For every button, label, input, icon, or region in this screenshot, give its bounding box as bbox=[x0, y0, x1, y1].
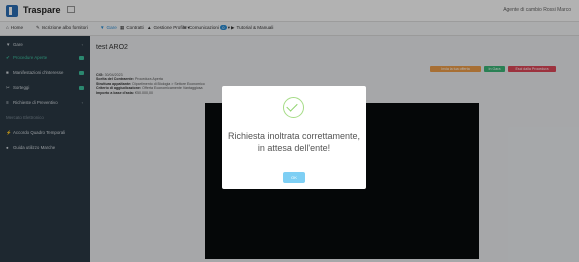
success-modal: Richiesta inoltrata correttamente, in at… bbox=[222, 86, 366, 189]
ok-button[interactable]: OK bbox=[283, 172, 305, 183]
success-check-icon bbox=[283, 97, 304, 118]
modal-message: Richiesta inoltrata correttamente, in at… bbox=[227, 131, 361, 153]
